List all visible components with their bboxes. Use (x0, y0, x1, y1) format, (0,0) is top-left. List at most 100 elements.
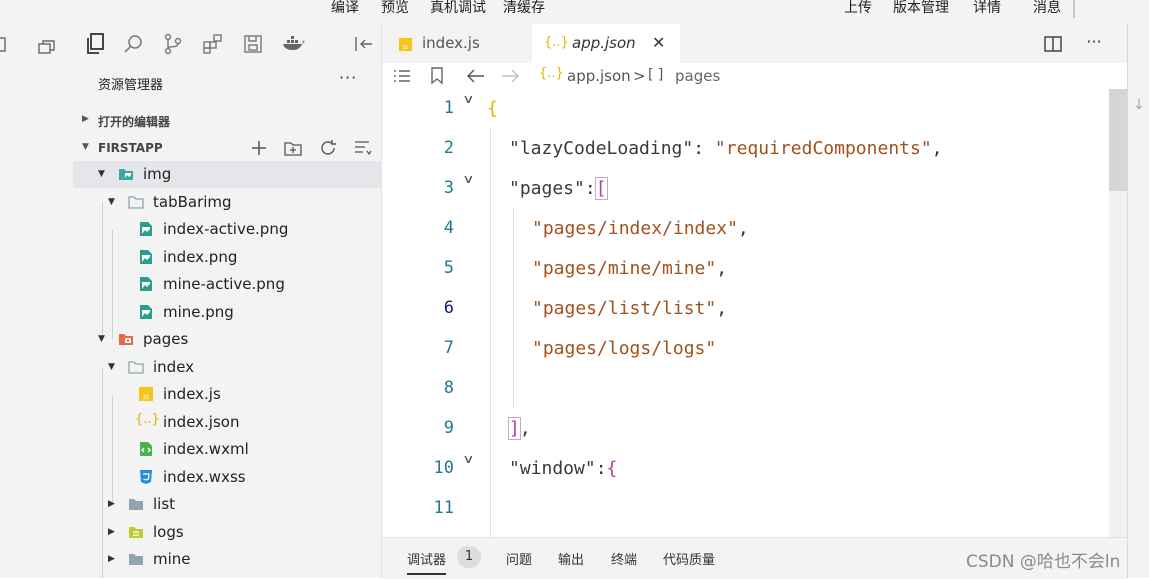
watermark: CSDN @哈也不会ln (966, 552, 1121, 572)
json-icon: {..} (539, 66, 564, 81)
chevron-right-icon: ▶ (108, 499, 115, 509)
fold-chevron-icon[interactable]: ∨ (462, 172, 474, 186)
tree-file-index-wxml[interactable]: index.wxml (73, 436, 381, 463)
line-number: 2 (443, 138, 454, 158)
line-number: 7 (443, 338, 454, 358)
search-icon[interactable] (121, 32, 145, 56)
fold-chevron-icon[interactable]: ∨ (462, 92, 474, 106)
tree-item-label: index.png (163, 248, 238, 266)
clear-cache-button[interactable]: 清缓存 (503, 0, 545, 16)
tab-output[interactable]: 输出 (558, 549, 584, 568)
tree-folder-tabbarimg[interactable]: ▼ tabBarimg (73, 189, 381, 216)
tree-folder-img[interactable]: ▼ img (73, 161, 381, 188)
arrow-down-icon[interactable]: ↓ (1128, 94, 1149, 116)
tree-file-index-wxss[interactable]: index.wxss (73, 464, 381, 491)
panel-edge-icon[interactable] (0, 36, 8, 54)
tree-file-index-json[interactable]: {..} index.json (73, 409, 381, 436)
editor-scrollbar[interactable] (1109, 89, 1127, 537)
debugger-count-badge: 1 (457, 546, 481, 568)
preview-button[interactable]: 预览 (381, 0, 409, 16)
chevron-right-icon: ▶ (108, 554, 115, 564)
details-button[interactable]: 详情 (973, 0, 1001, 16)
collapse-all-icon[interactable] (353, 138, 373, 158)
split-editor-icon[interactable] (1042, 34, 1064, 54)
refresh-icon[interactable] (318, 138, 338, 158)
folder-icon (128, 361, 144, 374)
pages-folder-icon (119, 334, 133, 345)
js-file-icon: JS (139, 387, 153, 401)
folder-icon (128, 196, 144, 209)
source-control-icon[interactable] (161, 32, 185, 56)
more-actions-icon[interactable]: ··· (1082, 30, 1106, 54)
tree-folder-index[interactable]: ▼ index (73, 354, 381, 381)
tree-item-label: list (153, 495, 176, 513)
code-line: "pages/list/list", (532, 298, 728, 319)
tab-index-js[interactable]: JS index.js (382, 24, 532, 63)
version-management-button[interactable]: 版本管理 (893, 0, 949, 16)
tree-folder-list[interactable]: ▶ list (73, 491, 381, 518)
new-folder-icon[interactable] (283, 138, 303, 158)
top-toolbar: 编译 预览 真机调试 清缓存 上传 版本管理 详情 消息 (0, 0, 1149, 24)
tree-file-mine-png[interactable]: mine.png (73, 299, 381, 326)
line-number: 9 (443, 418, 454, 438)
tree-folder-pages[interactable]: ▼ pages (73, 326, 381, 353)
image-file-icon (140, 305, 152, 319)
tree-item-label: index (153, 358, 195, 376)
tree-file-index-js[interactable]: JS index.js (73, 381, 381, 408)
code-line: "pages/logs/logs" (532, 338, 717, 359)
messages-button[interactable]: 消息 (1033, 0, 1061, 16)
files-icon[interactable] (83, 32, 107, 56)
window-restore-icon[interactable] (36, 36, 58, 58)
storage-icon[interactable] (241, 32, 265, 56)
tree-item-label: index.js (163, 385, 221, 403)
chevron-down-icon: ▼ (108, 362, 115, 372)
tree-item-label: mine-active.png (163, 275, 285, 293)
tab-terminal[interactable]: 终端 (611, 549, 637, 568)
tree-folder-logs[interactable]: ▶ logs (73, 519, 381, 546)
code-line: "lazyCodeLoading": "requiredComponents", (509, 138, 943, 159)
js-icon: JS (398, 37, 413, 51)
arrow-right-icon[interactable] (500, 66, 520, 86)
image-file-icon (140, 250, 152, 264)
tree-file-mine-active-png[interactable]: mine-active.png (73, 271, 381, 298)
line-number: 3 (443, 178, 454, 198)
toolbar-divider (1073, 0, 1075, 18)
line-number-active: 6 (443, 298, 454, 318)
open-editors-section[interactable]: ▶ 打开的编辑器 (73, 106, 381, 133)
tree-item-label: index.wxml (163, 440, 249, 458)
list-icon[interactable] (392, 67, 412, 85)
tab-app-json[interactable]: {..} app.json ✕ (532, 24, 680, 63)
line-number: 8 (443, 378, 454, 398)
arrow-left-icon[interactable] (466, 66, 486, 86)
tab-problems[interactable]: 问题 (506, 549, 532, 568)
tree-item-label: logs (153, 523, 184, 541)
explorer-title: 资源管理器 (98, 78, 164, 93)
tree-file-index-active-png[interactable]: index-active.png (73, 216, 381, 243)
scrollbar-thumb[interactable] (1109, 89, 1127, 191)
upload-button[interactable]: 上传 (844, 0, 872, 16)
tree-folder-mine[interactable]: ▶ mine (73, 546, 381, 573)
new-file-icon[interactable] (249, 138, 269, 158)
project-section[interactable]: ▼ FIRSTAPP (73, 134, 381, 161)
chevron-right-icon: ▶ (82, 114, 89, 124)
close-icon[interactable]: ✕ (652, 33, 665, 52)
tab-code-quality[interactable]: 代码质量 (663, 549, 715, 568)
code-editor[interactable]: { "lazyCodeLoading": "requiredComponents… (487, 89, 1109, 537)
extensions-icon[interactable] (201, 32, 225, 56)
bookmark-icon[interactable] (428, 66, 446, 86)
collapse-sidebar-icon[interactable] (353, 32, 375, 56)
breadcrumb-file[interactable]: app.json (567, 67, 631, 85)
real-debug-button[interactable]: 真机调试 (430, 0, 486, 16)
tree-item-label: index.json (163, 413, 240, 431)
fold-chevron-icon[interactable]: ∨ (462, 452, 474, 466)
tree-item-label: mine.png (163, 303, 234, 321)
docker-icon[interactable] (281, 32, 307, 56)
more-actions-icon[interactable]: ··· (339, 68, 357, 87)
code-line: "pages/index/index", (532, 218, 749, 239)
tab-debugger[interactable]: 调试器 (407, 549, 447, 575)
chevron-right-icon: ▶ (108, 527, 115, 537)
tree-file-index-png[interactable]: index.png (73, 244, 381, 271)
compile-button[interactable]: 编译 (331, 0, 359, 16)
indent-guide (490, 127, 491, 537)
breadcrumb-node[interactable]: pages (675, 67, 720, 85)
